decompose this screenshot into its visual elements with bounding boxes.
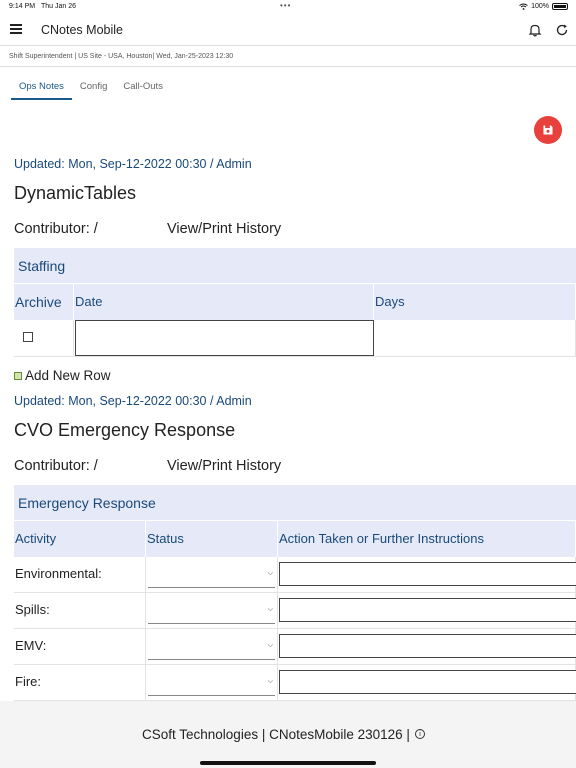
column-header: Action Taken or Further Instructions [278,521,576,557]
column-header: Status [146,521,278,557]
activity-cell: Environmental: [14,557,146,592]
refresh-icon[interactable] [555,23,569,37]
days-cell[interactable] [374,320,576,356]
battery-icon [552,3,568,10]
section-title: CVO Emergency Response [14,420,236,440]
battery-percent: 100% [531,3,549,10]
grid-title: Emergency Response [14,485,576,521]
table-row: Environmental: ⌵ [14,557,576,593]
chevron-down-icon: ⌵ [267,606,273,613]
date-input[interactable] [75,320,374,356]
home-indicator[interactable] [200,761,376,765]
action-cell [278,557,576,592]
wifi-icon [519,3,528,10]
tab-config[interactable]: Config [72,78,115,100]
table-row: Spills: ⌵ [14,593,576,629]
activity-label: Spills: [15,602,50,617]
footer-text: CSoft Technologies | CNotesMobile 230126… [142,727,410,742]
app-title: CNotes Mobile [41,23,123,37]
action-cell [278,629,576,664]
activity-cell: EMV: [14,629,146,664]
add-row-icon [14,371,22,380]
multitask-dots-icon[interactable]: ••• [280,1,291,10]
activity-cell: Spills: [14,593,146,628]
activity-label: EMV: [15,638,47,653]
menu-icon[interactable] [10,24,22,34]
column-header: Date [74,284,374,320]
app-bar: CNotes Mobile [0,14,576,46]
status-select[interactable]: ⌵ [148,668,275,696]
table-row: Fire: ⌵ [14,665,576,701]
grid-header-row: Activity Status Action Taken or Further … [14,521,576,557]
emergency-response-grid: Emergency Response Activity Status Actio… [14,485,576,701]
action-input[interactable] [279,670,576,694]
activity-label: Environmental: [15,566,102,581]
tab-ops-notes[interactable]: Ops Notes [11,78,72,100]
column-header: Days [374,284,576,320]
grid-title: Staffing [14,248,576,284]
status-select[interactable]: ⌵ [148,632,275,660]
table-row: EMV: ⌵ [14,629,576,665]
section-updated-info: Updated: Mon, Sep-12-2022 00:30 / Admin [14,394,252,408]
add-new-row-button[interactable]: Add New Row [14,368,111,383]
chevron-down-icon: ⌵ [267,678,273,685]
archive-cell [14,320,74,356]
status-select[interactable]: ⌵ [148,596,275,624]
contributor-label: Contributor: / [14,458,98,474]
section-updated-info: Updated: Mon, Sep-12-2022 00:30 / Admin [14,157,252,171]
status-right: 100% [519,3,568,10]
action-input[interactable] [279,562,576,586]
activity-cell: Fire: [14,665,146,700]
action-cell [278,665,576,700]
archive-checkbox[interactable] [23,332,33,342]
save-icon [543,125,553,135]
tab-bar: Ops Notes Config Call-Outs [11,78,171,100]
contributor-line: Contributor: / View/Print History [14,221,281,237]
status-cell: ⌵ [146,557,278,592]
grid-header-row: Archive Date Days [14,284,576,320]
column-header: Activity [14,521,146,557]
status-cell: ⌵ [146,593,278,628]
date-cell [74,320,374,356]
action-cell [278,593,576,628]
tab-call-outs[interactable]: Call-Outs [115,78,171,100]
action-input[interactable] [279,598,576,622]
add-row-label: Add New Row [25,368,111,383]
contributor-line: Contributor: / View/Print History [14,458,281,474]
column-header: Archive [14,284,74,320]
shift-context-bar: Shift Superintendent | US Site - USA, Ho… [0,45,576,67]
view-print-history-link[interactable]: View/Print History [167,221,281,237]
status-cell: ⌵ [146,629,278,664]
footer: CSoft Technologies | CNotesMobile 230126… [0,701,576,768]
table-row [14,320,576,357]
chevron-down-icon: ⌵ [267,642,273,649]
contributor-label: Contributor: / [14,221,98,237]
status-select[interactable]: ⌵ [148,560,275,588]
bell-icon[interactable] [528,23,542,37]
chevron-down-icon: ⌵ [267,570,273,577]
activity-label: Fire: [15,674,41,689]
save-button[interactable] [534,116,562,144]
status-time: 9:14 PM [9,3,36,10]
status-cell: ⌵ [146,665,278,700]
staffing-grid: Staffing Archive Date Days [14,248,576,357]
status-bar: 9:14 PM Thu Jan 26 ••• 100% [0,0,576,14]
status-date: Thu Jan 26 [41,3,77,10]
info-icon[interactable]: i [415,729,425,739]
view-print-history-link[interactable]: View/Print History [167,458,281,474]
section-title: DynamicTables [14,183,137,203]
action-input[interactable] [279,634,576,658]
